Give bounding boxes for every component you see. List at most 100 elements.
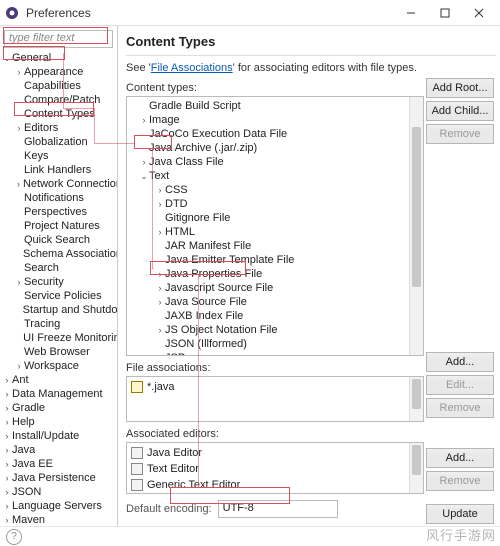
sidebar-item[interactable]: ›Appearance xyxy=(2,65,117,79)
file-association-item[interactable]: *.java xyxy=(131,379,419,395)
content-type-item[interactable]: ›Javascript Source File xyxy=(131,281,423,295)
sidebar-item[interactable]: ›JSON xyxy=(2,485,117,499)
sidebar-item[interactable]: ›Data Management xyxy=(2,387,117,401)
remove-ae-button[interactable]: Remove xyxy=(426,471,494,491)
sidebar-item[interactable]: ·Link Handlers xyxy=(2,163,117,177)
sidebar-item[interactable]: ·Compare/Patch xyxy=(2,93,117,107)
sidebar-item[interactable]: ·Startup and Shutdown xyxy=(2,303,117,317)
chevron-right-icon[interactable]: › xyxy=(2,429,12,443)
content-type-item[interactable]: JaCoCo Execution Data File xyxy=(131,127,423,141)
content-type-item[interactable]: ›DTD xyxy=(131,197,423,211)
content-type-item[interactable]: Java Emitter Template File xyxy=(131,253,423,267)
sidebar-item[interactable]: ·Keys xyxy=(2,149,117,163)
sidebar-item[interactable]: ·Globalization xyxy=(2,135,117,149)
chevron-right-icon[interactable]: › xyxy=(2,387,12,401)
sidebar-item[interactable]: ·Content Types xyxy=(2,107,117,121)
content-type-item[interactable]: ›HTML xyxy=(131,225,423,239)
sidebar-item[interactable]: ›Ant xyxy=(2,373,117,387)
chevron-right-icon[interactable]: › xyxy=(14,121,24,135)
chevron-right-icon[interactable]: › xyxy=(155,225,165,239)
add-child-button[interactable]: Add Child... xyxy=(426,101,494,121)
content-type-item[interactable]: ⌄Text xyxy=(131,169,423,183)
chevron-right-icon[interactable]: › xyxy=(14,177,23,191)
sidebar-item[interactable]: ›Security xyxy=(2,275,117,289)
sidebar-item[interactable]: ›Java Persistence xyxy=(2,471,117,485)
content-type-item[interactable]: JSON (Illformed) xyxy=(131,337,423,351)
chevron-right-icon[interactable]: › xyxy=(155,267,165,281)
file-associations-link[interactable]: File Associations xyxy=(151,62,233,74)
content-type-item[interactable]: ›Java Properties File xyxy=(131,267,423,281)
chevron-right-icon[interactable]: › xyxy=(155,183,165,197)
sidebar-item[interactable]: ⌄General xyxy=(2,51,117,65)
content-type-item[interactable]: ›CSS xyxy=(131,183,423,197)
sidebar-item[interactable]: ·UI Freeze Monitoring xyxy=(2,331,117,345)
file-associations-list[interactable]: *.java xyxy=(126,376,424,422)
chevron-right-icon[interactable]: › xyxy=(155,323,165,337)
add-fa-button[interactable]: Add... xyxy=(426,352,494,372)
associated-editors-list[interactable]: Java EditorText EditorGeneric Text Edito… xyxy=(126,442,424,494)
associated-editor-item[interactable]: Generic Text Editor xyxy=(131,477,419,493)
sidebar-item[interactable]: ›Network Connections xyxy=(2,177,117,191)
chevron-right-icon[interactable]: › xyxy=(2,471,12,485)
chevron-right-icon[interactable]: › xyxy=(2,457,12,471)
chevron-right-icon[interactable]: › xyxy=(2,373,12,387)
sidebar-item[interactable]: ·Service Policies xyxy=(2,289,117,303)
preferences-tree[interactable]: ⌄General›Appearance·Capabilities·Compare… xyxy=(0,49,117,526)
sidebar-item[interactable]: ·Notifications xyxy=(2,191,117,205)
associated-editor-item[interactable]: Text Editor xyxy=(131,461,419,477)
sidebar-item[interactable]: ›Gradle xyxy=(2,401,117,415)
content-type-item[interactable]: ›Java Source File xyxy=(131,295,423,309)
sidebar-item[interactable]: ›Language Servers xyxy=(2,499,117,513)
chevron-right-icon[interactable]: › xyxy=(139,155,149,169)
chevron-right-icon[interactable]: › xyxy=(2,443,12,457)
chevron-right-icon[interactable]: › xyxy=(2,485,12,499)
content-type-item[interactable]: Gitignore File xyxy=(131,211,423,225)
chevron-right-icon[interactable]: › xyxy=(155,281,165,295)
encoding-input[interactable]: UTF-8 xyxy=(218,500,338,518)
associated-editor-item[interactable]: Java Editor xyxy=(131,445,419,461)
chevron-right-icon[interactable]: › xyxy=(139,113,149,127)
close-button[interactable] xyxy=(462,2,496,24)
chevron-right-icon[interactable]: › xyxy=(155,351,165,355)
chevron-right-icon[interactable]: › xyxy=(2,513,12,526)
content-type-item[interactable]: ›Java Class File xyxy=(131,155,423,169)
content-type-item[interactable]: ›Image xyxy=(131,113,423,127)
content-type-item[interactable]: JAXB Index File xyxy=(131,309,423,323)
content-type-item[interactable]: JAR Manifest File xyxy=(131,239,423,253)
chevron-right-icon[interactable]: › xyxy=(14,275,24,289)
chevron-right-icon[interactable]: › xyxy=(2,401,12,415)
sidebar-item[interactable]: ·Web Browser xyxy=(2,345,117,359)
remove-ct-button[interactable]: Remove xyxy=(426,124,494,144)
content-type-item[interactable]: Gradle Build Script xyxy=(131,99,423,113)
content-type-item[interactable]: Java Archive (.jar/.zip) xyxy=(131,141,423,155)
update-button[interactable]: Update xyxy=(426,504,494,524)
chevron-right-icon[interactable]: › xyxy=(2,415,12,429)
sidebar-item[interactable]: ·Search xyxy=(2,261,117,275)
sidebar-item[interactable]: ·Quick Search xyxy=(2,233,117,247)
content-type-item[interactable]: ›JS Object Notation File xyxy=(131,323,423,337)
sidebar-item[interactable]: ›Maven xyxy=(2,513,117,526)
chevron-down-icon[interactable]: ⌄ xyxy=(139,169,149,183)
chevron-right-icon[interactable]: › xyxy=(14,65,24,79)
content-type-item[interactable]: ›JSP xyxy=(131,351,423,355)
chevron-right-icon[interactable]: › xyxy=(2,499,12,513)
ct-scrollbar[interactable] xyxy=(409,97,423,355)
sidebar-item[interactable]: ·Schema Associations xyxy=(2,247,117,261)
chevron-down-icon[interactable]: ⌄ xyxy=(2,51,12,65)
maximize-button[interactable] xyxy=(428,2,462,24)
sidebar-item[interactable]: ›Install/Update xyxy=(2,429,117,443)
content-types-tree[interactable]: Gradle Build Script›ImageJaCoCo Executio… xyxy=(127,97,423,355)
sidebar-item[interactable]: ·Tracing xyxy=(2,317,117,331)
filter-input[interactable]: type filter text xyxy=(4,30,113,48)
sidebar-item[interactable]: ·Perspectives xyxy=(2,205,117,219)
minimize-button[interactable] xyxy=(394,2,428,24)
help-icon[interactable]: ? xyxy=(6,529,22,545)
sidebar-item[interactable]: ›Java EE xyxy=(2,457,117,471)
sidebar-item[interactable]: ›Help xyxy=(2,415,117,429)
fa-scrollbar[interactable] xyxy=(409,377,423,421)
sidebar-item[interactable]: ›Editors xyxy=(2,121,117,135)
chevron-right-icon[interactable]: › xyxy=(155,295,165,309)
add-root-button[interactable]: Add Root... xyxy=(426,78,494,98)
edit-fa-button[interactable]: Edit... xyxy=(426,375,494,395)
sidebar-item[interactable]: ·Capabilities xyxy=(2,79,117,93)
